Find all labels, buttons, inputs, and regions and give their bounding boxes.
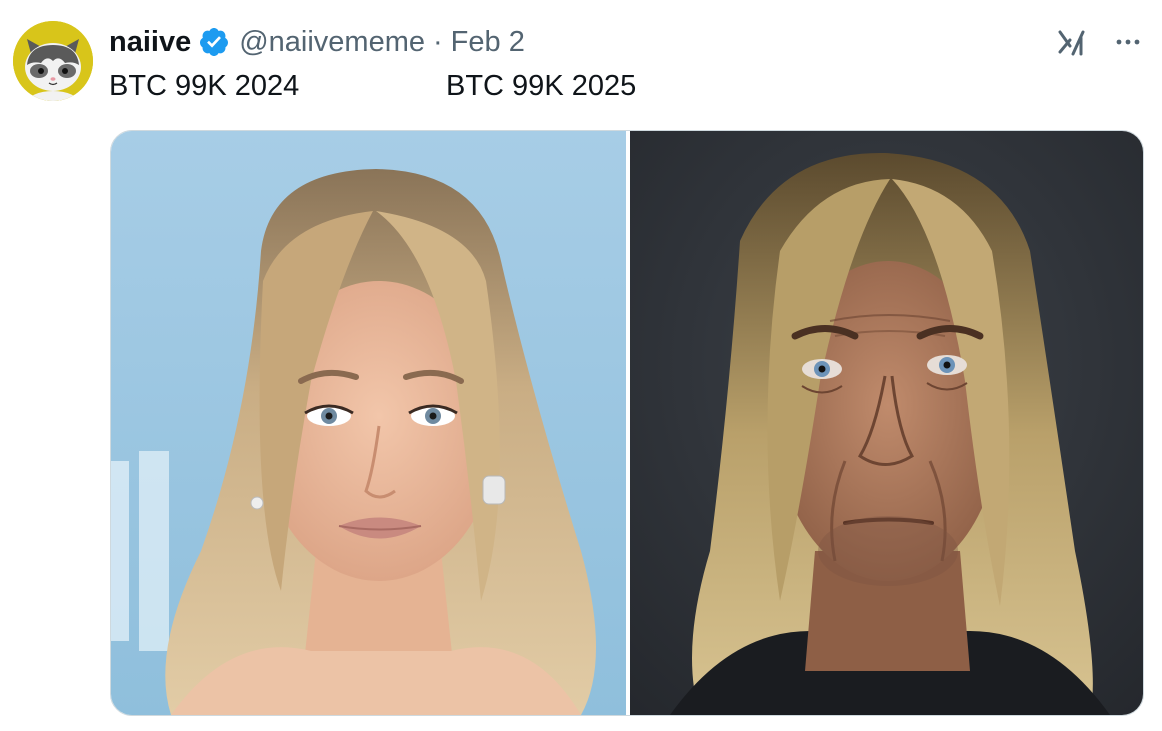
- more-dots-icon: [1116, 39, 1140, 45]
- tweet-text-line-1: BTC 99K 2024: [109, 70, 300, 102]
- photo-woman-blonde[interactable]: [111, 131, 626, 715]
- photo-man-long-hair[interactable]: [630, 131, 1143, 715]
- tweet-date[interactable]: Feb 2: [451, 26, 525, 59]
- cat-avatar-icon: [13, 21, 93, 101]
- avatar[interactable]: [13, 21, 93, 101]
- separator-dot: ·: [433, 25, 443, 58]
- grok-button[interactable]: [1052, 22, 1092, 62]
- more-options-button[interactable]: [1108, 22, 1148, 62]
- grok-icon: [1058, 30, 1085, 56]
- author-handle[interactable]: @naiivememe: [239, 26, 425, 59]
- media-grid: [110, 130, 1144, 716]
- verified-badge-icon: [198, 26, 230, 58]
- tweet-header: naiive @naiivememe · Feb 2: [109, 24, 525, 60]
- author-display-name[interactable]: naiive: [109, 26, 191, 59]
- tweet-text-line-2: BTC 99K 2025: [446, 70, 637, 102]
